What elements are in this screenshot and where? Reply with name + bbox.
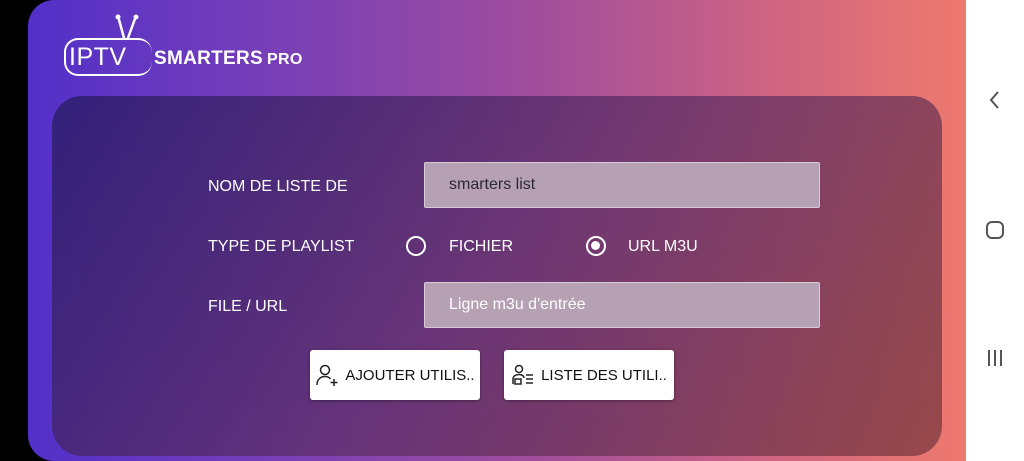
playlist-form-panel: NOM DE LISTE DE smarters list TYPE DE PL… bbox=[52, 96, 942, 456]
logo-iptv-text: IPTV bbox=[64, 38, 152, 76]
user-list-button[interactable]: LISTE DES UTILI.. bbox=[504, 350, 674, 400]
radio-file-label[interactable]: FICHIER bbox=[449, 238, 513, 256]
logo-title: SMARTERS PRO bbox=[154, 48, 303, 70]
add-user-icon bbox=[316, 364, 338, 386]
playlist-name-label: NOM DE LISTE DE bbox=[208, 178, 348, 195]
logo-smarters-text: SMARTERS bbox=[154, 48, 264, 69]
app-screen: IPTV SMARTERS PRO NOM DE LISTE DE smarter… bbox=[28, 0, 966, 461]
logo-pro-text: PRO bbox=[267, 51, 303, 68]
nav-home-button[interactable] bbox=[966, 210, 1024, 250]
add-user-button[interactable]: AJOUTER UTILIS.. bbox=[310, 350, 480, 400]
app-logo: IPTV SMARTERS PRO bbox=[64, 12, 324, 84]
file-url-input[interactable]: Ligne m3u d'entrée bbox=[424, 282, 820, 328]
nav-recents-button[interactable] bbox=[966, 338, 1024, 378]
nav-back-button[interactable] bbox=[966, 80, 1024, 120]
add-user-label: AJOUTER UTILIS.. bbox=[345, 366, 475, 384]
playlist-name-input[interactable]: smarters list bbox=[424, 162, 820, 208]
radio-m3u-url-label[interactable]: URL M3U bbox=[628, 238, 698, 256]
radio-m3u-url[interactable] bbox=[586, 236, 606, 256]
user-list-icon bbox=[512, 364, 534, 385]
playlist-type-label: TYPE DE PLAYLIST bbox=[208, 238, 355, 255]
radio-file[interactable] bbox=[406, 236, 426, 256]
back-icon bbox=[989, 91, 999, 109]
home-icon bbox=[986, 221, 1004, 239]
user-list-label: LISTE DES UTILI.. bbox=[541, 366, 667, 384]
file-url-label: FILE / URL bbox=[208, 298, 288, 315]
recents-icon bbox=[988, 350, 1002, 366]
system-nav-bar bbox=[966, 0, 1024, 461]
